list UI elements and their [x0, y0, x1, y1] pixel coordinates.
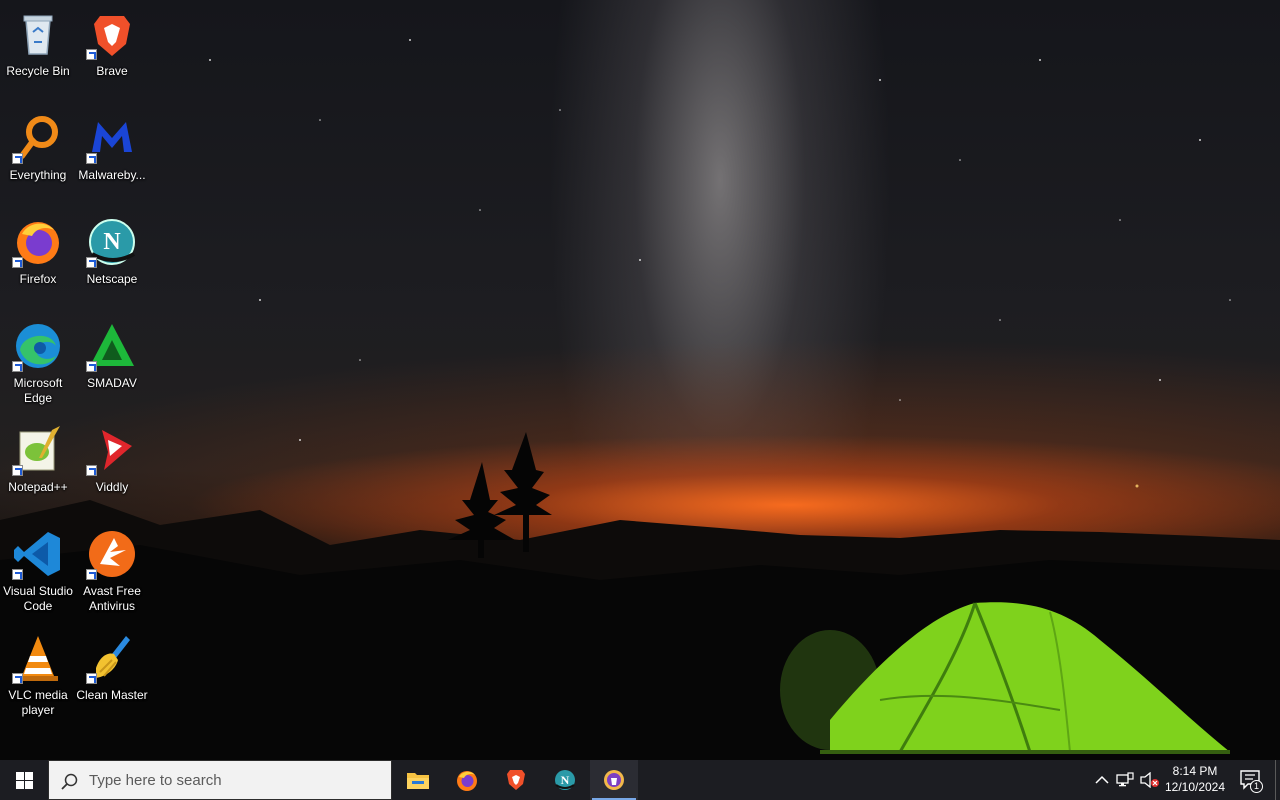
desktop-icon-edge[interactable]: Microsoft Edge: [0, 316, 76, 416]
desktop-icon-label: Clean Master: [76, 688, 148, 702]
malwarebytes-icon: [86, 112, 138, 164]
show-desktop-button[interactable]: [1275, 760, 1280, 800]
volume-muted-icon: [1140, 772, 1159, 788]
clean-master-icon: [86, 632, 138, 684]
show-hidden-icons-button[interactable]: [1092, 760, 1112, 800]
desktop-icon-smadav[interactable]: SMADAV: [74, 316, 150, 416]
desktop-icon-recycle-bin[interactable]: Recycle Bin: [0, 4, 76, 104]
desktop-icon-label: VLC media player: [8, 688, 68, 717]
firefox-icon: [12, 216, 64, 268]
taskbar-firefox[interactable]: [443, 760, 491, 800]
shortcut-arrow-icon: [86, 673, 97, 684]
shortcut-arrow-icon: [86, 257, 97, 268]
shortcut-arrow-icon: [86, 153, 97, 164]
taskbar-brave[interactable]: [492, 760, 540, 800]
firefox-icon: [457, 771, 477, 791]
desktop-icon-label: Viddly: [95, 480, 129, 494]
desktop-icon-label: Netscape: [86, 272, 138, 286]
shortcut-arrow-icon: [86, 569, 97, 580]
tor-browser-icon: [604, 770, 624, 790]
desktop-icon-vscode[interactable]: Visual Studio Code: [0, 524, 76, 624]
notepadpp-icon: [12, 424, 64, 476]
clock-time: 8:14 PM: [1172, 764, 1218, 778]
desktop-icon-notepadpp[interactable]: Notepad++: [0, 420, 76, 520]
desktop-icon-avast[interactable]: Avast Free Antivirus: [74, 524, 150, 624]
shortcut-arrow-icon: [12, 361, 23, 372]
desktop-icon-everything[interactable]: Everything: [0, 108, 76, 208]
shortcut-arrow-icon: [12, 465, 23, 476]
desktop-icon-label: Avast Free Antivirus: [83, 584, 141, 613]
windows-logo-icon: [16, 772, 33, 789]
brave-icon: [86, 8, 138, 60]
desktop-icon-label: Firefox: [19, 272, 57, 286]
vscode-icon: [12, 528, 64, 580]
notification-count-badge: 1: [1250, 780, 1263, 793]
everything-icon: [12, 112, 64, 164]
action-center-button[interactable]: 1: [1234, 760, 1268, 800]
desktop-icon-label: Malwareby...: [78, 168, 146, 182]
netscape-icon: N: [555, 770, 575, 790]
desktop-icon-netscape[interactable]: N Netscape: [74, 212, 150, 312]
shortcut-arrow-icon: [12, 673, 23, 684]
desktop-icon-label: Brave: [96, 64, 128, 78]
taskbar: Type here to search N 8:14 PM 12/10/2024…: [0, 760, 1280, 800]
taskbar-file-explorer[interactable]: [394, 760, 442, 800]
start-button[interactable]: [0, 760, 48, 800]
netscape-icon: N: [86, 216, 138, 268]
taskbar-clock[interactable]: 8:14 PM 12/10/2024: [1160, 763, 1230, 795]
shortcut-arrow-icon: [12, 569, 23, 580]
viddly-icon: [86, 424, 138, 476]
recycle-bin-icon: [12, 8, 64, 60]
edge-icon: [12, 320, 64, 372]
desktop-icon-viddly[interactable]: Viddly: [74, 420, 150, 520]
search-icon: [61, 773, 78, 790]
desktop-icon-brave[interactable]: Brave: [74, 4, 150, 104]
shortcut-arrow-icon: [86, 465, 97, 476]
avast-icon: [86, 528, 138, 580]
clock-date: 12/10/2024: [1164, 780, 1226, 794]
folder-icon: [407, 773, 429, 789]
network-icon: [1116, 772, 1134, 787]
volume-icon-button[interactable]: [1138, 760, 1160, 800]
desktop-icon-label: Recycle Bin: [6, 64, 70, 78]
desktop-icon-label: Everything: [9, 168, 67, 182]
shortcut-arrow-icon: [12, 153, 23, 164]
desktop-wallpaper: [0, 0, 1280, 760]
desktop-icon-label: Microsoft Edge: [13, 376, 63, 405]
vlc-icon: [12, 632, 64, 684]
svg-text:N: N: [561, 773, 570, 787]
shortcut-arrow-icon: [86, 361, 97, 372]
chevron-up-icon: [1095, 775, 1109, 784]
taskbar-tor-browser[interactable]: [590, 760, 638, 800]
desktop-icon-malwarebytes[interactable]: Malwareby...: [74, 108, 150, 208]
svg-text:N: N: [103, 229, 121, 255]
smadav-icon: [86, 320, 138, 372]
network-icon-button[interactable]: [1114, 760, 1136, 800]
taskbar-netscape[interactable]: N: [541, 760, 589, 800]
taskbar-search-box[interactable]: Type here to search: [48, 760, 392, 800]
desktop-icon-clean-master[interactable]: Clean Master: [74, 628, 150, 728]
shortcut-arrow-icon: [12, 257, 23, 268]
brave-icon: [507, 770, 525, 790]
shortcut-arrow-icon: [86, 49, 97, 60]
desktop-icon-label: Notepad++: [8, 480, 68, 494]
desktop-icon-firefox[interactable]: Firefox: [0, 212, 76, 312]
search-placeholder: Type here to search: [89, 772, 222, 789]
desktop-icon-label: Visual Studio Code: [3, 584, 73, 613]
desktop-icon-vlc[interactable]: VLC media player: [0, 628, 76, 728]
desktop-icon-label: SMADAV: [87, 376, 137, 390]
